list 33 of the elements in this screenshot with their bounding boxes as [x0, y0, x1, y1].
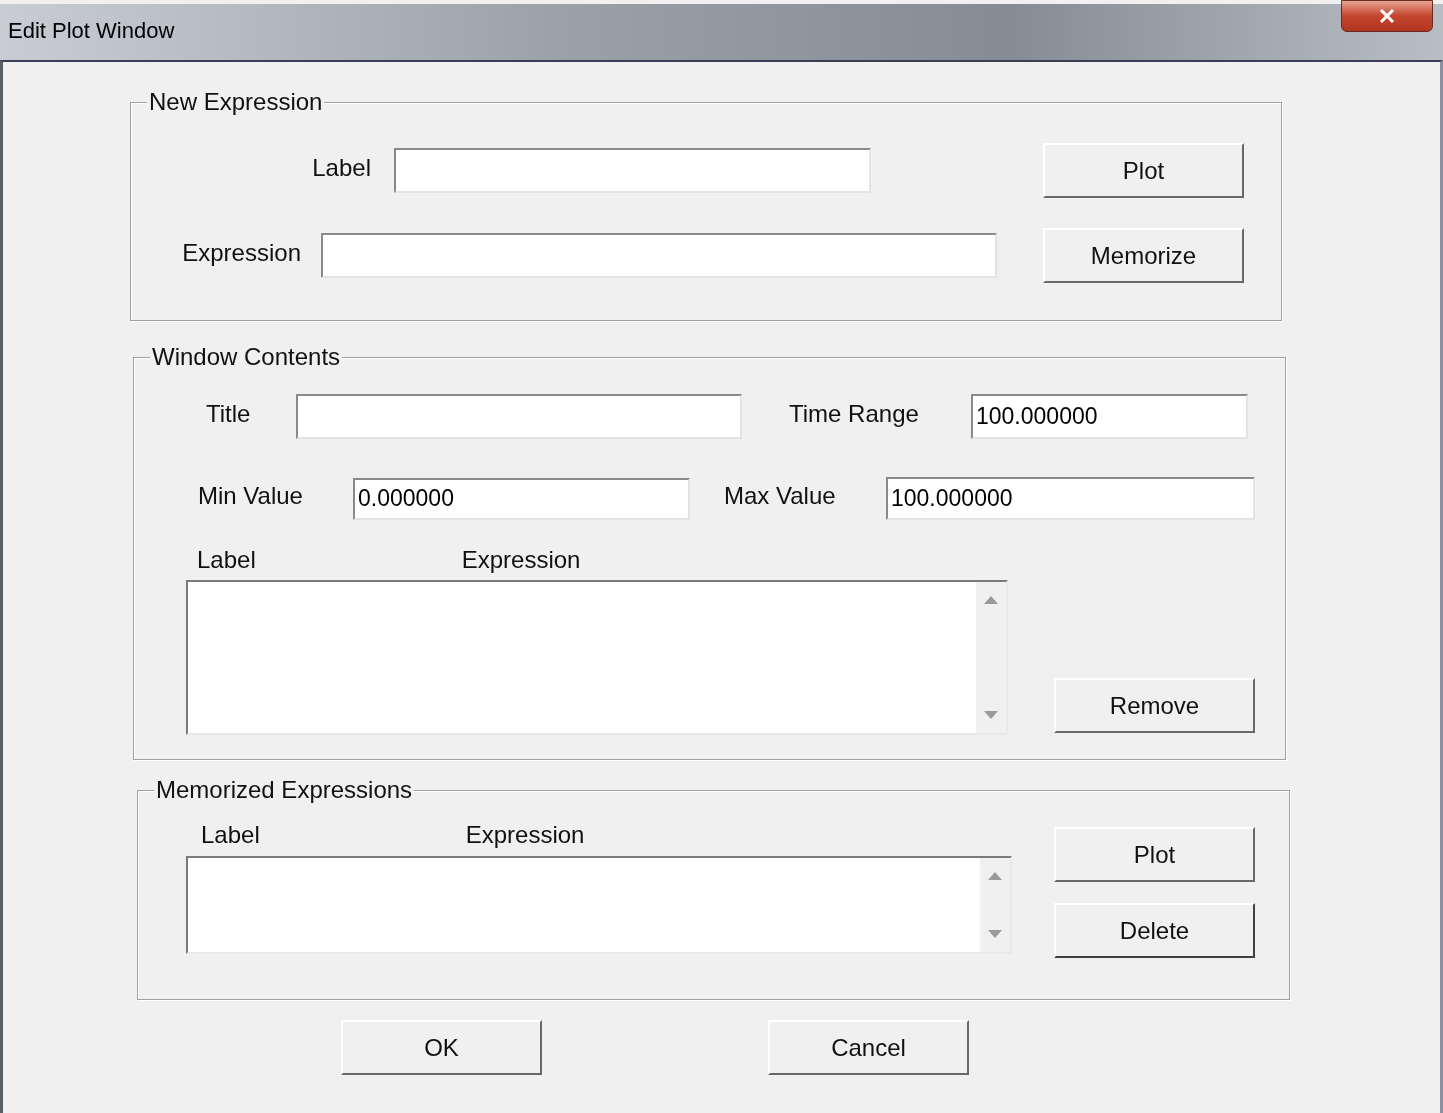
scroll-up-icon[interactable] [988, 872, 1002, 880]
input-field[interactable]: 100.000000 [886, 477, 1255, 520]
ok-button[interactable]: OK [341, 1020, 542, 1075]
field-label: Max Value [724, 481, 837, 510]
field-label: Label [311, 153, 371, 182]
input-field[interactable] [321, 233, 997, 278]
input-field[interactable]: 0.000000 [353, 477, 690, 520]
field-label: Title [206, 399, 252, 428]
plot-button[interactable]: Plot [1043, 143, 1244, 198]
close-button[interactable] [1341, 0, 1433, 32]
column-header: Label [201, 821, 260, 849]
scrollbar[interactable] [976, 582, 1006, 733]
column-header: Label [197, 546, 256, 574]
scroll-down-icon[interactable] [988, 930, 1002, 938]
input-field[interactable]: 100.000000 [971, 394, 1248, 439]
remove-button[interactable]: Remove [1054, 678, 1255, 733]
column-header: Expression [465, 821, 585, 849]
cancel-button[interactable]: Cancel [768, 1020, 969, 1075]
scrollbar[interactable] [980, 858, 1010, 952]
scroll-up-icon[interactable] [984, 596, 998, 604]
field-label: Expression [181, 238, 301, 267]
field-label: Time Range [789, 399, 920, 428]
window-title: Edit Plot Window [8, 18, 175, 44]
memorize-button[interactable]: Memorize [1043, 228, 1244, 283]
list-box[interactable] [186, 856, 1012, 954]
scroll-down-icon[interactable] [984, 711, 998, 719]
column-header: Expression [461, 546, 581, 574]
input-field[interactable] [394, 148, 871, 193]
delete-button[interactable]: Delete [1054, 903, 1255, 958]
input-field[interactable] [296, 394, 742, 439]
field-label: Min Value [198, 481, 304, 510]
plot-button[interactable]: Plot [1054, 827, 1255, 882]
close-icon [1379, 9, 1395, 23]
